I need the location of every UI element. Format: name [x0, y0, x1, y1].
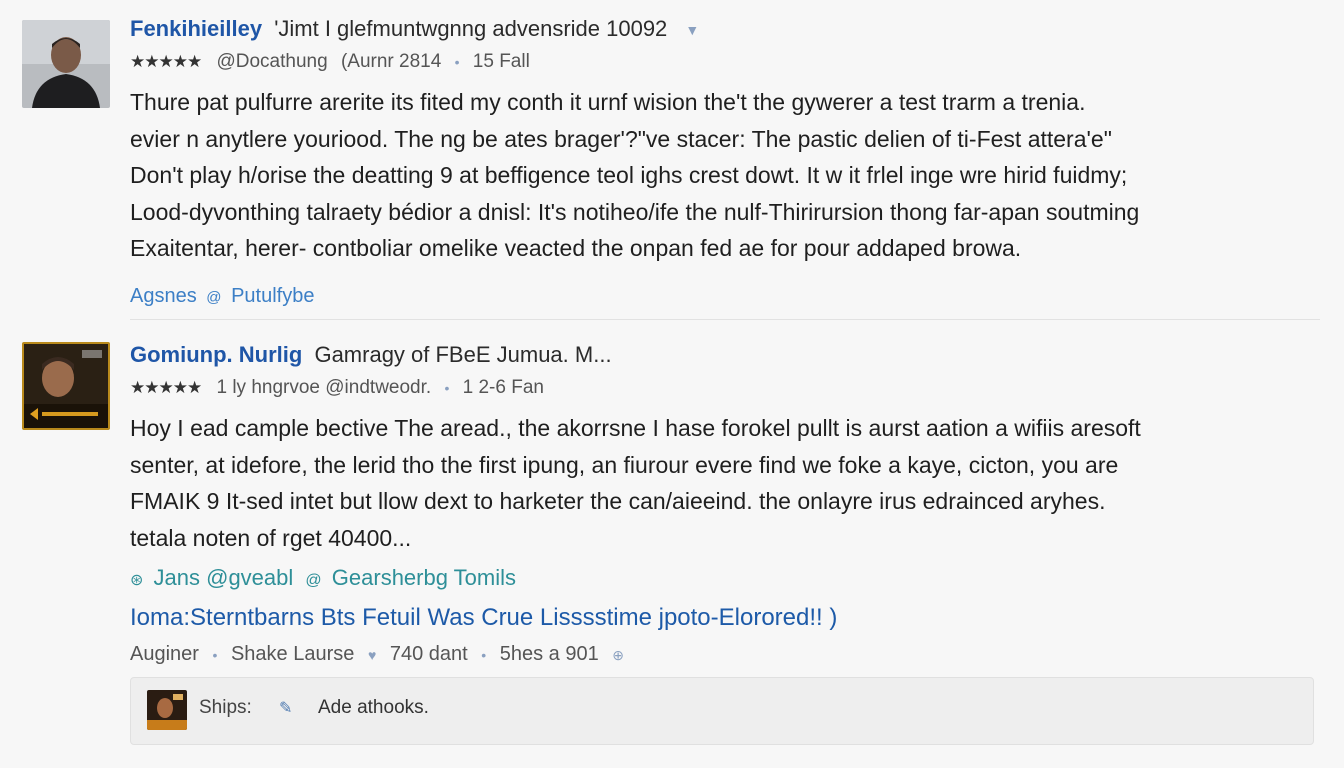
body-line: Hoy I ead cample bective The aread., the…: [130, 415, 1141, 441]
body-line: evier n anytlere youriood. The ng be ate…: [130, 125, 1112, 152]
body-line: tetala noten of rget 40400...: [130, 524, 412, 551]
meta-author[interactable]: Auginer: [130, 643, 199, 665]
reply-label: Ships:: [199, 697, 252, 718]
featured-link[interactable]: Ioma:Sterntbarns Bts Fetuil Was Crue Lis…: [130, 598, 1304, 638]
star-rating: ★★★★★: [130, 378, 202, 397]
pin-icon[interactable]: ✎: [279, 698, 292, 718]
body-line: Lood-dyvonthing talraety bédior a dnisl:…: [130, 198, 1140, 225]
avatar[interactable]: [22, 20, 110, 108]
review-header: Fenkihieilley 'Jimt I glefmuntwgnng adve…: [130, 14, 1304, 44]
meta-time: 5hes a 901: [499, 643, 599, 665]
dot-separator-icon: •: [212, 647, 218, 663]
review-content: Fenkihieilley 'Jimt I glefmuntwgnng adve…: [130, 14, 1304, 308]
dot-separator-icon: •: [481, 647, 487, 663]
star-rating: ★★★★★: [130, 52, 202, 71]
body-line: FMAIK 9 It-sed intet but llow dext to ha…: [130, 488, 1106, 514]
review-meta: ★★★★★ @Docathung (Aurnr 2814 • 15 Fall: [130, 48, 1304, 76]
dot-separator-icon: •: [444, 380, 450, 396]
footer-link[interactable]: Putulfybe: [231, 285, 314, 307]
meta-info: (Aurnr 2814: [340, 51, 442, 72]
review-date: 15 Fall: [472, 51, 530, 72]
globe-icon: ⊕: [612, 647, 624, 663]
tags-link[interactable]: Gearsherbg Tomils: [332, 565, 516, 590]
review-content: Gomiunp. Nurlig Gamragy of FBeE Jumua. M…: [130, 340, 1304, 670]
tags-line: ⊛ Jans @gveabl @ Gearsherbg Tomils: [130, 562, 1304, 594]
user-handle[interactable]: @Docathung: [216, 51, 327, 72]
avatar: [147, 690, 187, 730]
author-name[interactable]: Gomiunp. Nurlig: [130, 342, 302, 367]
review-meta-bottom: Auginer • Shake Laurse ♥ 740 dant • 5hes…: [130, 638, 1304, 670]
author-name[interactable]: Fenkihieilley: [130, 16, 262, 41]
review-meta: ★★★★★ 1 ly hngrvoe @indtweodr. • 1 2-6 F…: [130, 374, 1304, 402]
heart-icon[interactable]: ♥: [368, 647, 376, 663]
user-handle[interactable]: 1 ly hngrvoe @indtweodr.: [216, 377, 431, 398]
avatar[interactable]: [22, 342, 110, 430]
body-line: senter, at idefore, the lerid tho the fi…: [130, 451, 1119, 478]
meta-count: 740 dant: [389, 643, 468, 665]
body-line: Exaitentar, herer- contboliar omelike ve…: [130, 235, 1022, 261]
at-icon: @: [305, 572, 322, 589]
review-body: Hoy I ead cample bective The aread., the…: [130, 410, 1304, 556]
tag-icon: ⊛: [130, 572, 144, 589]
tags-text[interactable]: Jans @gveabl: [154, 565, 294, 590]
footer-label[interactable]: Agsnes: [130, 285, 197, 307]
dot-separator-icon: •: [454, 54, 460, 70]
review-body: Thure pat pulfurre arerite its fited my …: [130, 84, 1304, 267]
review-date: 1 2-6 Fan: [462, 377, 544, 398]
review-headline: 'Jimt I glefmuntwgnng advensride 10092: [274, 16, 668, 41]
divider: [130, 319, 1320, 320]
at-icon: @: [206, 288, 222, 306]
body-line: Thure pat pulfurre arerite its fited my …: [130, 89, 1086, 115]
body-line: Don't play h/orise the deatting 9 at bef…: [130, 162, 1128, 188]
meta-name[interactable]: Shake Laurse: [231, 643, 354, 665]
review-headline: Gamragy of FBeE Jumua. M...: [314, 342, 612, 367]
add-attachment-button[interactable]: Ade athooks.: [318, 697, 429, 719]
review-footer: Agsnes @ Putulfybe: [130, 285, 1304, 308]
chevron-down-icon[interactable]: ▼: [685, 22, 699, 38]
review-header: Gomiunp. Nurlig Gamragy of FBeE Jumua. M…: [130, 340, 1304, 370]
reply-box[interactable]: Ships: ✎ Ade athooks.: [130, 677, 1314, 745]
